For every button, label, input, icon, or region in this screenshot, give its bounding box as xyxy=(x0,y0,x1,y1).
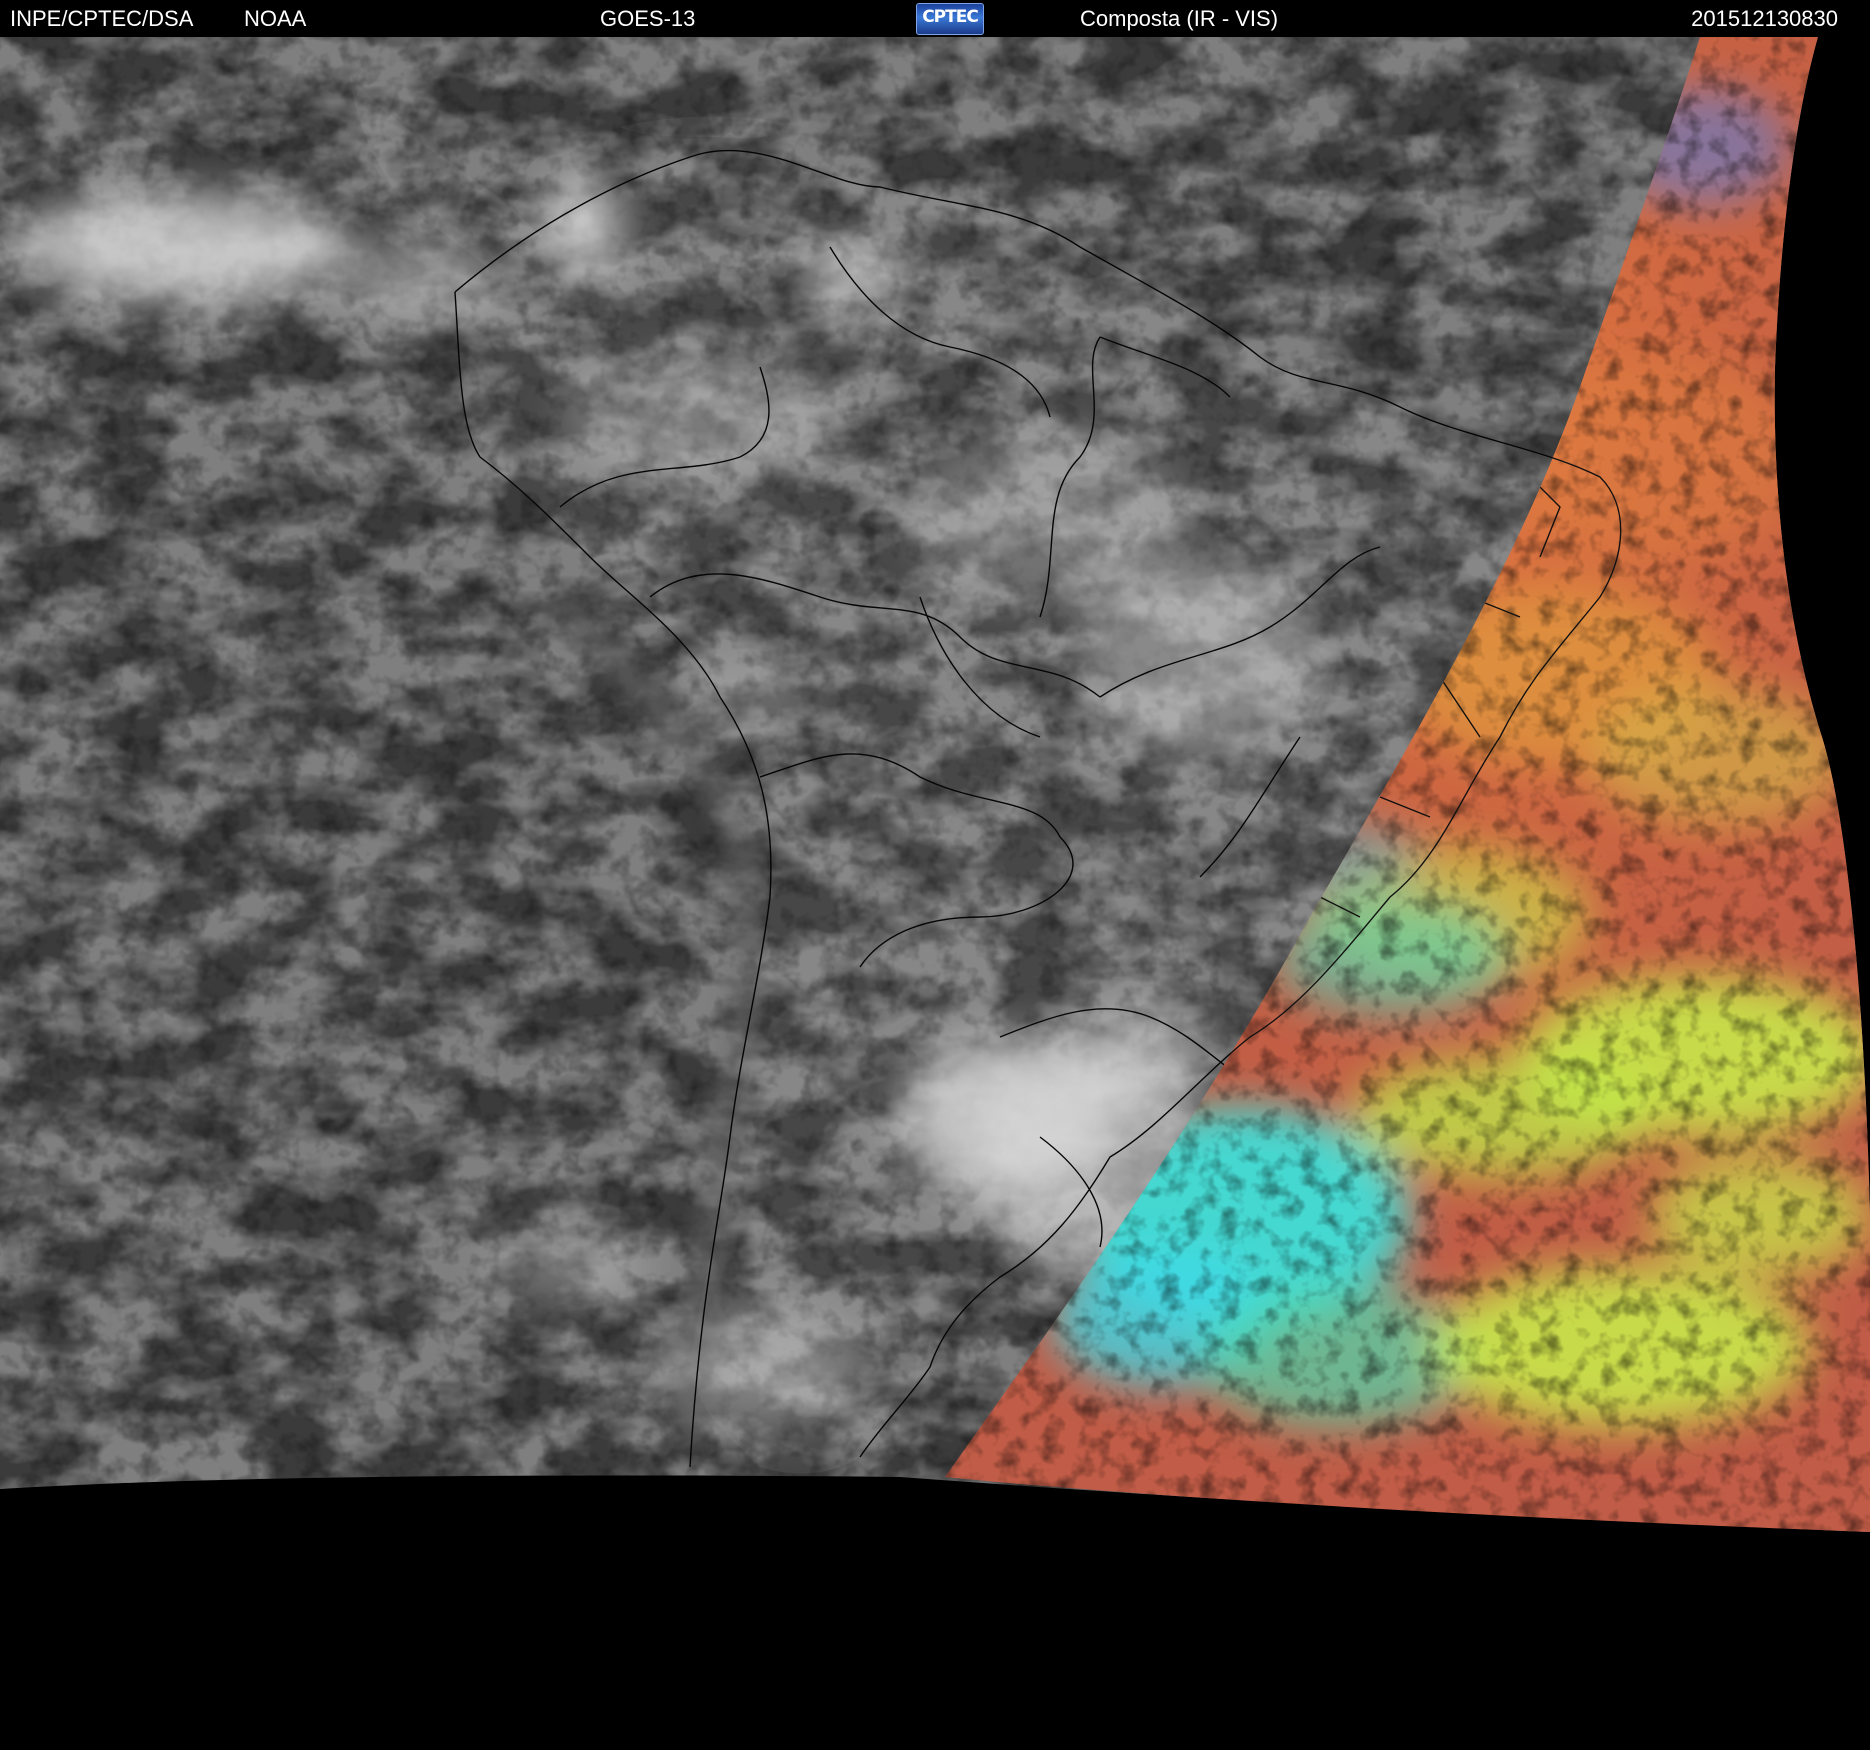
satellite-label: GOES-13 xyxy=(600,6,696,31)
satellite-image xyxy=(0,37,1870,1750)
timestamp-label: 201512130830 xyxy=(1691,6,1838,31)
cptec-logo: CPTEC xyxy=(916,3,984,35)
product-label: Composta (IR - VIS) xyxy=(1080,6,1279,31)
organization-label: INPE/CPTEC/DSA xyxy=(10,6,194,31)
agency-label: NOAA xyxy=(244,6,307,31)
title-bar: INPE/CPTEC/DSA NOAA GOES-13 CPTEC Compos… xyxy=(0,0,1870,37)
logo-text: CPTEC xyxy=(922,7,979,27)
